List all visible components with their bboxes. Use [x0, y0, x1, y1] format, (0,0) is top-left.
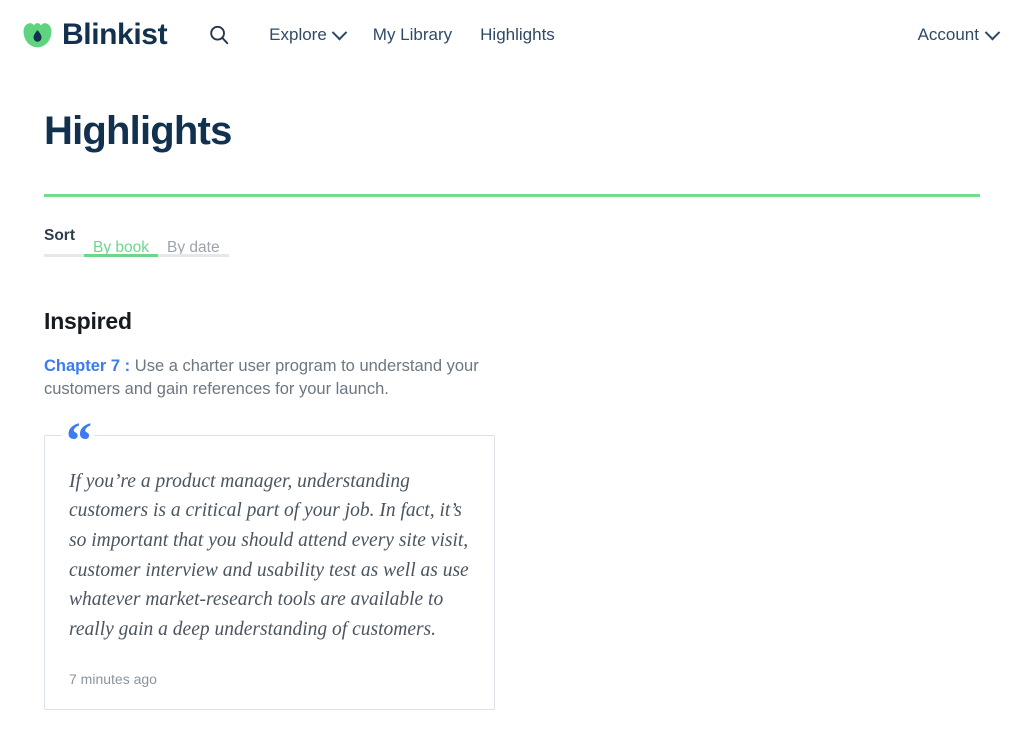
- brand-name: Blinkist: [62, 20, 167, 50]
- chevron-down-icon: [332, 24, 348, 40]
- highlight-card-wrapper: “ If you’re a product manager, understan…: [44, 435, 495, 710]
- nav-item-explore-label: Explore: [269, 25, 327, 45]
- highlight-timestamp: 7 minutes ago: [69, 671, 470, 687]
- page-title: Highlights: [44, 109, 980, 153]
- chapter-line: Chapter 7 : Use a charter user program t…: [44, 355, 514, 402]
- account-menu-label: Account: [918, 25, 979, 45]
- main-content: Highlights Sort By book By date Inspired…: [0, 70, 1024, 710]
- search-button[interactable]: [197, 13, 241, 57]
- account-menu-button[interactable]: Account: [916, 19, 1000, 51]
- chevron-down-icon: [985, 24, 1001, 40]
- nav-item-explore[interactable]: Explore: [255, 19, 359, 51]
- sort-label: Sort: [44, 227, 84, 257]
- primary-nav: Explore My Library Highlights: [197, 13, 569, 57]
- quote-mark-icon: “: [62, 416, 94, 468]
- nav-item-my-library[interactable]: My Library: [359, 19, 466, 51]
- nav-item-highlights-label: Highlights: [480, 25, 555, 45]
- highlight-quote-text: If you’re a product manager, understandi…: [69, 467, 469, 645]
- brand-logo-link[interactable]: Blinkist: [22, 20, 167, 51]
- site-header: Blinkist Explore My Library Highlights: [0, 0, 1024, 70]
- sort-bar: Sort By book By date: [44, 227, 238, 257]
- green-divider: [44, 194, 980, 197]
- search-icon: [208, 24, 230, 46]
- nav-item-my-library-label: My Library: [373, 25, 452, 45]
- book-title: Inspired: [44, 308, 980, 335]
- chapter-reference[interactable]: Chapter 7 :: [44, 357, 130, 375]
- sort-tab-by-date[interactable]: By date: [158, 239, 229, 257]
- highlights-page: Blinkist Explore My Library Highlights: [0, 0, 1024, 736]
- highlight-card[interactable]: If you’re a product manager, understandi…: [44, 435, 495, 710]
- sort-tab-by-book[interactable]: By book: [84, 239, 158, 257]
- nav-item-highlights[interactable]: Highlights: [466, 19, 569, 51]
- blinkist-leaf-droplet-logo-icon: [22, 20, 53, 51]
